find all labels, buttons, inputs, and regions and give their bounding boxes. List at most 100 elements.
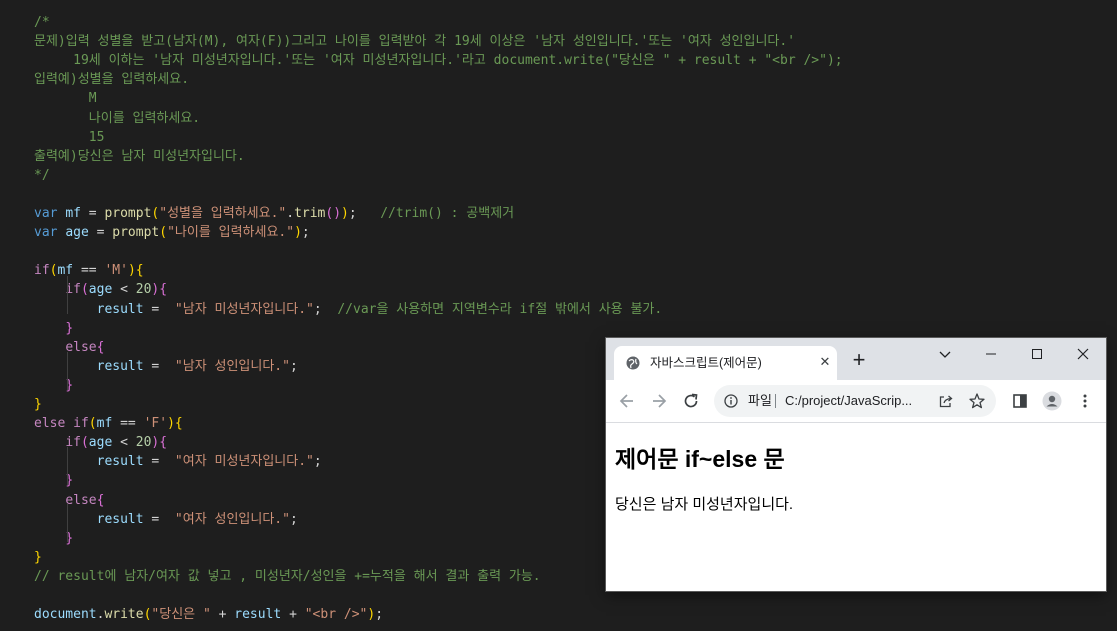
code-line: 출력예)당신은 남자 미성년자입니다. xyxy=(34,147,245,166)
code-token: result xyxy=(234,607,282,623)
code-token: ) xyxy=(341,206,349,221)
more-vert-icon[interactable] xyxy=(1075,391,1095,411)
indent-guide xyxy=(67,352,68,390)
code-token: 입력예)성별을 입력하세요. xyxy=(34,72,190,88)
code-line: // result에 남자/여자 값 넣고 , 미성년자/성인을 +=누적을 해… xyxy=(34,567,541,586)
code-token: if xyxy=(34,263,50,279)
code-token: "남자 성인입니다." xyxy=(174,358,290,374)
browser-titlebar[interactable]: 자바스크립트(제어문) ✕ + xyxy=(606,338,1106,380)
code-token: { xyxy=(96,339,105,355)
code-token: 문제)입력 성별을 받고(남자(M), 여자(F))그리고 나이를 입력받아 각… xyxy=(34,34,796,50)
code-token: = xyxy=(143,511,175,527)
address-url[interactable]: C:/project/JavaScrip... xyxy=(785,392,912,410)
code-token: = xyxy=(143,358,175,374)
code-token: age xyxy=(88,435,113,451)
code-token: 15 xyxy=(34,129,105,145)
code-token: ) xyxy=(367,607,376,623)
code-token: ( xyxy=(88,416,97,432)
code-token: "남자 미성년자입니다." xyxy=(174,301,314,317)
code-token: write xyxy=(104,607,144,623)
code-line: 입력예)성별을 입력하세요. xyxy=(34,70,189,89)
code-token: } xyxy=(65,320,74,336)
code-token: 19세 이하는 '남자 미성년자입니다.'또는 '여자 미성년자입니다.'라고 … xyxy=(34,53,843,69)
code-token: { xyxy=(174,416,183,432)
code-line: result = "여자 미성년자입니다."; xyxy=(34,452,322,471)
back-arrow-icon[interactable] xyxy=(617,391,637,411)
code-token: 나이를 입력하세요. xyxy=(34,110,201,126)
code-line: else if(mf == 'F'){ xyxy=(34,414,183,433)
code-token: "여자 미성년자입니다." xyxy=(174,454,314,470)
code-line: var mf = prompt("성별을 입력하세요.".trim()); //… xyxy=(34,204,514,223)
close-icon[interactable] xyxy=(1073,344,1093,364)
indent-guide xyxy=(67,447,68,485)
code-token: document xyxy=(34,607,97,623)
info-icon[interactable] xyxy=(724,394,738,408)
code-token: < xyxy=(112,435,136,451)
code-line: result = "남자 성인입니다."; xyxy=(34,357,298,376)
close-tab-icon[interactable]: ✕ xyxy=(816,353,834,371)
new-tab-button[interactable]: + xyxy=(849,349,869,371)
code-line: else{ xyxy=(34,491,104,510)
code-line: } xyxy=(34,395,42,414)
code-token: var xyxy=(34,206,66,221)
code-line: if(age < 20){ xyxy=(34,433,167,452)
chevron-down-icon[interactable] xyxy=(935,344,955,364)
browser-tab[interactable]: 자바스크립트(제어문) ✕ xyxy=(614,346,837,380)
profile-icon[interactable] xyxy=(1042,391,1062,411)
side-panel-icon[interactable] xyxy=(1010,391,1030,411)
code-token: ) xyxy=(167,416,175,432)
code-line: if(age < 20){ xyxy=(34,280,167,299)
code-line: } xyxy=(34,548,42,567)
share-icon[interactable] xyxy=(938,393,954,409)
page-heading: 제어문 if~else 문 xyxy=(615,446,785,472)
code-token: ( xyxy=(80,282,89,298)
minimize-icon[interactable] xyxy=(981,344,1001,364)
code-token: mf xyxy=(65,206,81,221)
code-token: = xyxy=(88,225,113,241)
code-token: () xyxy=(325,206,342,221)
code-token: result xyxy=(96,454,144,470)
code-token: M xyxy=(34,91,97,107)
code-token: 출력예)당신은 남자 미성년자입니다. xyxy=(34,148,245,164)
code-token: == xyxy=(112,416,144,432)
code-token: ; xyxy=(301,225,310,241)
code-line: } xyxy=(34,319,73,338)
browser-window[interactable]: 자바스크립트(제어문) ✕ + 파일 C:/project/JavaScrip.… xyxy=(606,338,1106,591)
address-bar[interactable]: 파일 C:/project/JavaScrip... xyxy=(714,385,996,417)
maximize-icon[interactable] xyxy=(1027,344,1047,364)
code-token: { xyxy=(135,263,144,279)
code-token: */ xyxy=(34,167,50,183)
code-token: age xyxy=(65,225,89,241)
code-line: 나이를 입력하세요. xyxy=(34,109,200,128)
code-line: document.write("당신은 " + result + "<br />… xyxy=(34,605,383,624)
code-token: < xyxy=(112,282,136,298)
code-token: == xyxy=(73,263,105,279)
code-token: result xyxy=(96,301,144,317)
code-token: } xyxy=(34,397,42,412)
code-token: = xyxy=(143,454,175,470)
address-separator xyxy=(775,394,776,408)
indent-guide xyxy=(67,504,68,542)
code-token: else xyxy=(65,492,97,508)
code-line: result = "여자 성인입니다."; xyxy=(34,510,298,529)
code-token: 20 xyxy=(135,282,152,298)
code-token: prompt xyxy=(112,225,160,241)
code-line: /* xyxy=(34,13,50,32)
code-token: prompt xyxy=(104,206,152,221)
code-token: + xyxy=(210,607,235,623)
code-token: ; xyxy=(375,607,384,623)
forward-arrow-icon[interactable] xyxy=(649,391,669,411)
star-icon[interactable] xyxy=(968,392,986,410)
code-token: = xyxy=(80,206,105,221)
reload-icon[interactable] xyxy=(681,391,701,411)
code-token: "나이를 입력하세요." xyxy=(167,225,295,241)
code-token: ) xyxy=(294,225,302,241)
